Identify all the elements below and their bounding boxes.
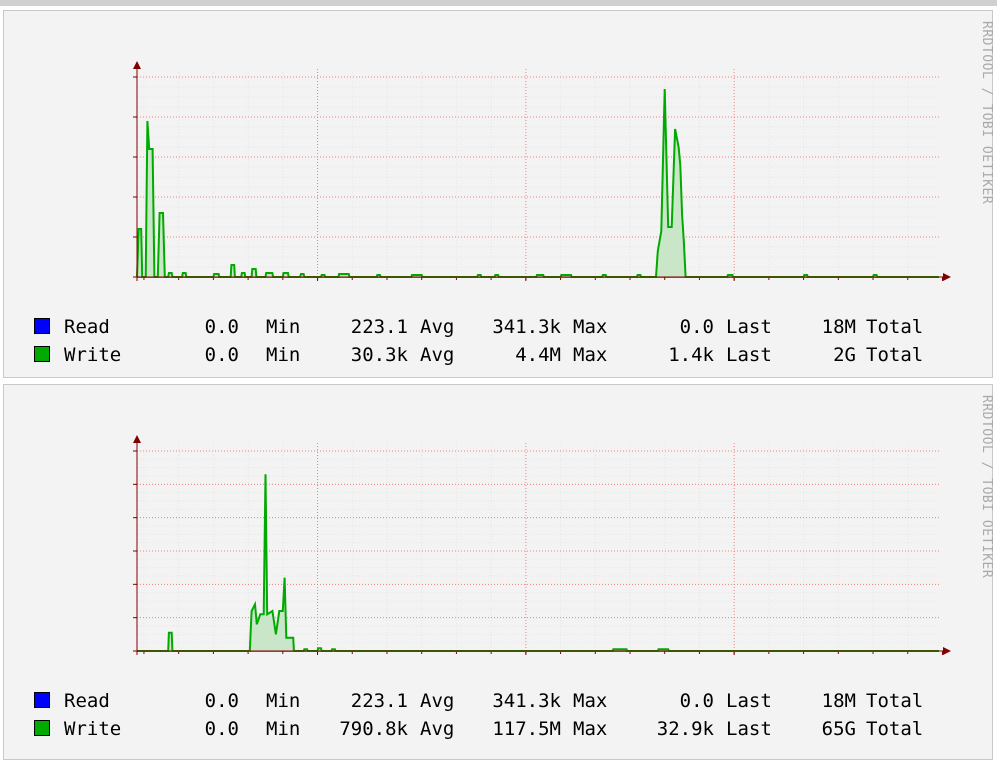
legend-min-label: Min xyxy=(266,718,301,740)
legend-total-label: Total xyxy=(866,344,924,366)
legend-swatch-write xyxy=(34,720,50,736)
legend-total-label: Total xyxy=(866,316,924,338)
legend-max-label: Max xyxy=(573,344,608,366)
graph-panel-da1: RRDTOOL / TOBI OETIKER Read 0.0 Min 223.1 Av… xyxy=(3,10,994,378)
legend-max-label: Max xyxy=(573,690,608,712)
legend-name: Read xyxy=(64,316,110,338)
legend-row-write: Write 0.0 Min 790.8k Avg 117.5M Max 32.9k Last 65… xyxy=(4,717,964,741)
legend-name: Read xyxy=(64,690,110,712)
legend-last: 0.0 xyxy=(679,690,714,712)
legend-last-label: Last xyxy=(726,690,772,712)
legend-min: 0.0 xyxy=(204,718,239,740)
legend-name: Write xyxy=(64,718,122,740)
legend-max-label: Max xyxy=(573,718,608,740)
legend-max: 117.5M xyxy=(492,718,561,740)
legend-avg: 790.8k xyxy=(339,718,408,740)
legend-avg: 223.1 xyxy=(350,316,408,338)
legend-last-label: Last xyxy=(726,316,772,338)
legend-swatch-read xyxy=(34,692,50,708)
legend-total: 18M xyxy=(821,690,856,712)
legend-avg: 30.3k xyxy=(350,344,408,366)
legend-min-label: Min xyxy=(266,316,301,338)
legend-max: 4.4M xyxy=(515,344,561,366)
legend-avg-label: Avg xyxy=(420,316,455,338)
legend-total: 2G xyxy=(833,344,856,366)
legend-total: 18M xyxy=(821,316,856,338)
legend-min: 0.0 xyxy=(204,316,239,338)
legend-max: 341.3k xyxy=(492,316,561,338)
legend-row-write: Write 0.0 Min 30.3k Avg 4.4M Max 1.4k Last 2G Tota… xyxy=(4,343,964,367)
legend-last-label: Last xyxy=(726,344,772,366)
legend-min: 0.0 xyxy=(204,690,239,712)
legend-last: 0.0 xyxy=(679,316,714,338)
legend-min-label: Min xyxy=(266,344,301,366)
legend-max: 341.3k xyxy=(492,690,561,712)
legend-avg-label: Avg xyxy=(420,344,455,366)
y-axis-arrow xyxy=(133,435,141,443)
x-axis-arrow xyxy=(943,647,951,655)
legend-swatch-read xyxy=(34,318,50,334)
legend-total-label: Total xyxy=(866,718,924,740)
legend-max-label: Max xyxy=(573,316,608,338)
x-axis-arrow xyxy=(943,273,951,281)
legend-avg-label: Avg xyxy=(420,718,455,740)
legend-avg: 223.1 xyxy=(350,690,408,712)
y-axis-arrow xyxy=(133,61,141,69)
legend-last: 1.4k xyxy=(668,344,714,366)
legend-row-read: Read 0.0 Min 223.1 Avg 341.3k Max 0.0 Last 18M Tot… xyxy=(4,689,964,713)
legend-min-label: Min xyxy=(266,690,301,712)
legend-min: 0.0 xyxy=(204,344,239,366)
legend-last: 32.9k xyxy=(656,718,714,740)
legend-total-label: Total xyxy=(866,690,924,712)
legend-row-read: Read 0.0 Min 223.1 Avg 341.3k Max 0.0 Last 18M Tot… xyxy=(4,315,964,339)
rrdtool-watermark: RRDTOOL / TOBI OETIKER xyxy=(979,395,994,579)
legend-name: Write xyxy=(64,344,122,366)
legend-swatch-write xyxy=(34,346,50,362)
window-top-bar xyxy=(0,0,997,6)
legend-avg-label: Avg xyxy=(420,690,455,712)
legend-total: 65G xyxy=(821,718,856,740)
rrdtool-watermark: RRDTOOL / TOBI OETIKER xyxy=(979,21,994,205)
graph-panel-da2: RRDTOOL / TOBI OETIKER Read 0.0 Min 223.1 Av… xyxy=(3,384,994,760)
legend-last-label: Last xyxy=(726,718,772,740)
